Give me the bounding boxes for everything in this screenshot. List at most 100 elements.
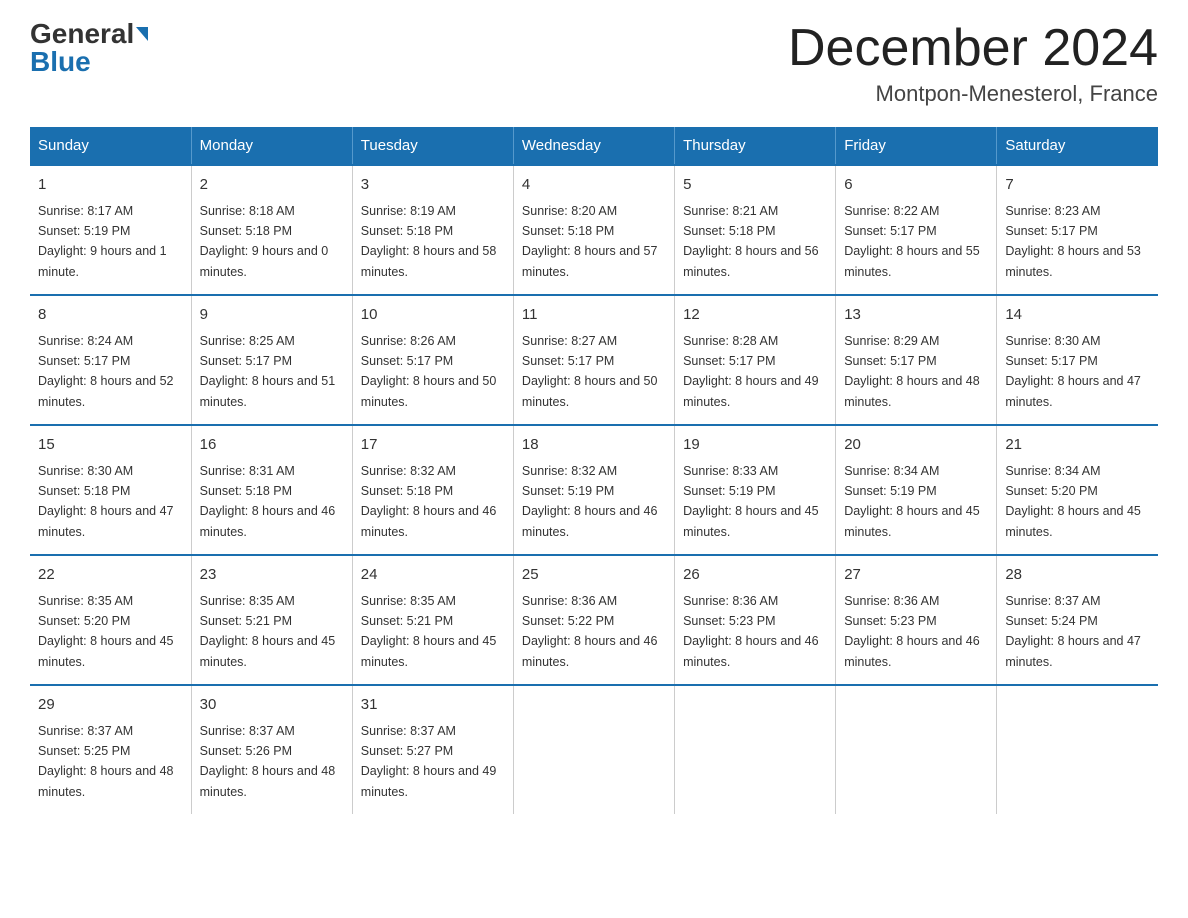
- day-number: 30: [200, 694, 344, 717]
- logo-general-text: General: [30, 20, 134, 48]
- table-row: 10 Sunrise: 8:26 AMSunset: 5:17 PMDayligh…: [352, 295, 513, 425]
- table-row: 20 Sunrise: 8:34 AMSunset: 5:19 PMDayligh…: [836, 425, 997, 555]
- day-info: Sunrise: 8:34 AMSunset: 5:19 PMDaylight:…: [844, 464, 980, 539]
- day-number: 3: [361, 174, 505, 197]
- table-row: 23 Sunrise: 8:35 AMSunset: 5:21 PMDayligh…: [191, 555, 352, 685]
- table-row: 4 Sunrise: 8:20 AMSunset: 5:18 PMDaylight…: [513, 165, 674, 295]
- day-info: Sunrise: 8:37 AMSunset: 5:24 PMDaylight:…: [1005, 594, 1141, 669]
- day-number: 16: [200, 434, 344, 457]
- day-number: 6: [844, 174, 988, 197]
- table-row: 12 Sunrise: 8:28 AMSunset: 5:17 PMDayligh…: [675, 295, 836, 425]
- table-row: 28 Sunrise: 8:37 AMSunset: 5:24 PMDayligh…: [997, 555, 1158, 685]
- day-number: 27: [844, 564, 988, 587]
- day-info: Sunrise: 8:35 AMSunset: 5:21 PMDaylight:…: [200, 594, 336, 669]
- calendar-week-row: 15 Sunrise: 8:30 AMSunset: 5:18 PMDayligh…: [30, 425, 1158, 555]
- day-number: 4: [522, 174, 666, 197]
- day-info: Sunrise: 8:29 AMSunset: 5:17 PMDaylight:…: [844, 334, 980, 409]
- day-number: 18: [522, 434, 666, 457]
- day-number: 12: [683, 304, 827, 327]
- logo-blue-text: Blue: [30, 46, 91, 77]
- day-info: Sunrise: 8:21 AMSunset: 5:18 PMDaylight:…: [683, 204, 819, 279]
- table-row: 6 Sunrise: 8:22 AMSunset: 5:17 PMDaylight…: [836, 165, 997, 295]
- table-row: 22 Sunrise: 8:35 AMSunset: 5:20 PMDayligh…: [30, 555, 191, 685]
- calendar-week-row: 8 Sunrise: 8:24 AMSunset: 5:17 PMDaylight…: [30, 295, 1158, 425]
- day-number: 15: [38, 434, 183, 457]
- table-row: 13 Sunrise: 8:29 AMSunset: 5:17 PMDayligh…: [836, 295, 997, 425]
- day-info: Sunrise: 8:31 AMSunset: 5:18 PMDaylight:…: [200, 464, 336, 539]
- calendar-header-row: Sunday Monday Tuesday Wednesday Thursday…: [30, 127, 1158, 165]
- day-info: Sunrise: 8:25 AMSunset: 5:17 PMDaylight:…: [200, 334, 336, 409]
- table-row: 11 Sunrise: 8:27 AMSunset: 5:17 PMDayligh…: [513, 295, 674, 425]
- day-info: Sunrise: 8:30 AMSunset: 5:18 PMDaylight:…: [38, 464, 174, 539]
- table-row: 8 Sunrise: 8:24 AMSunset: 5:17 PMDaylight…: [30, 295, 191, 425]
- table-row: [513, 685, 674, 814]
- day-info: Sunrise: 8:26 AMSunset: 5:17 PMDaylight:…: [361, 334, 497, 409]
- day-number: 23: [200, 564, 344, 587]
- table-row: 26Sunrise: 8:36 AMSunset: 5:23 PMDayligh…: [675, 555, 836, 685]
- day-number: 2: [200, 174, 344, 197]
- header-monday: Monday: [191, 127, 352, 165]
- table-row: 7 Sunrise: 8:23 AMSunset: 5:17 PMDaylight…: [997, 165, 1158, 295]
- table-row: 30 Sunrise: 8:37 AMSunset: 5:26 PMDayligh…: [191, 685, 352, 814]
- day-info: Sunrise: 8:17 AMSunset: 5:19 PMDaylight:…: [38, 204, 167, 279]
- header-tuesday: Tuesday: [352, 127, 513, 165]
- logo-triangle-icon: [136, 27, 148, 41]
- day-number: 14: [1005, 304, 1150, 327]
- day-info: Sunrise: 8:32 AMSunset: 5:18 PMDaylight:…: [361, 464, 497, 539]
- day-info: Sunrise: 8:36 AMSunset: 5:23 PMDaylight:…: [844, 594, 980, 669]
- table-row: 2 Sunrise: 8:18 AMSunset: 5:18 PMDaylight…: [191, 165, 352, 295]
- day-info: Sunrise: 8:24 AMSunset: 5:17 PMDaylight:…: [38, 334, 174, 409]
- table-row: 18Sunrise: 8:32 AMSunset: 5:19 PMDayligh…: [513, 425, 674, 555]
- day-number: 7: [1005, 174, 1150, 197]
- day-number: 29: [38, 694, 183, 717]
- calendar-title: December 2024: [788, 20, 1158, 77]
- day-info: Sunrise: 8:20 AMSunset: 5:18 PMDaylight:…: [522, 204, 658, 279]
- day-number: 19: [683, 434, 827, 457]
- calendar-week-row: 1 Sunrise: 8:17 AMSunset: 5:19 PMDaylight…: [30, 165, 1158, 295]
- day-info: Sunrise: 8:19 AMSunset: 5:18 PMDaylight:…: [361, 204, 497, 279]
- table-row: 21Sunrise: 8:34 AMSunset: 5:20 PMDayligh…: [997, 425, 1158, 555]
- day-info: Sunrise: 8:23 AMSunset: 5:17 PMDaylight:…: [1005, 204, 1141, 279]
- day-number: 1: [38, 174, 183, 197]
- day-info: Sunrise: 8:30 AMSunset: 5:17 PMDaylight:…: [1005, 334, 1141, 409]
- logo: General Blue: [30, 20, 148, 76]
- table-row: 1 Sunrise: 8:17 AMSunset: 5:19 PMDaylight…: [30, 165, 191, 295]
- table-row: [836, 685, 997, 814]
- table-row: 24Sunrise: 8:35 AMSunset: 5:21 PMDayligh…: [352, 555, 513, 685]
- day-number: 5: [683, 174, 827, 197]
- day-info: Sunrise: 8:37 AMSunset: 5:26 PMDaylight:…: [200, 724, 336, 799]
- day-info: Sunrise: 8:37 AMSunset: 5:27 PMDaylight:…: [361, 724, 497, 799]
- calendar-table: Sunday Monday Tuesday Wednesday Thursday…: [30, 127, 1158, 814]
- day-info: Sunrise: 8:37 AMSunset: 5:25 PMDaylight:…: [38, 724, 174, 799]
- day-number: 11: [522, 304, 666, 327]
- day-number: 28: [1005, 564, 1150, 587]
- day-number: 22: [38, 564, 183, 587]
- day-number: 17: [361, 434, 505, 457]
- day-number: 10: [361, 304, 505, 327]
- day-number: 20: [844, 434, 988, 457]
- title-block: December 2024 Montpon-Menesterol, France: [788, 20, 1158, 107]
- table-row: 17 Sunrise: 8:32 AMSunset: 5:18 PMDayligh…: [352, 425, 513, 555]
- calendar-week-row: 22 Sunrise: 8:35 AMSunset: 5:20 PMDayligh…: [30, 555, 1158, 685]
- table-row: [997, 685, 1158, 814]
- page-header: General Blue December 2024 Montpon-Menes…: [30, 20, 1158, 107]
- day-number: 9: [200, 304, 344, 327]
- day-number: 26: [683, 564, 827, 587]
- table-row: 5 Sunrise: 8:21 AMSunset: 5:18 PMDaylight…: [675, 165, 836, 295]
- day-number: 13: [844, 304, 988, 327]
- table-row: 19Sunrise: 8:33 AMSunset: 5:19 PMDayligh…: [675, 425, 836, 555]
- day-info: Sunrise: 8:18 AMSunset: 5:18 PMDaylight:…: [200, 204, 329, 279]
- day-number: 31: [361, 694, 505, 717]
- header-wednesday: Wednesday: [513, 127, 674, 165]
- day-info: Sunrise: 8:22 AMSunset: 5:17 PMDaylight:…: [844, 204, 980, 279]
- day-number: 25: [522, 564, 666, 587]
- header-sunday: Sunday: [30, 127, 191, 165]
- table-row: 27 Sunrise: 8:36 AMSunset: 5:23 PMDayligh…: [836, 555, 997, 685]
- day-info: Sunrise: 8:35 AMSunset: 5:20 PMDaylight:…: [38, 594, 174, 669]
- day-info: Sunrise: 8:28 AMSunset: 5:17 PMDaylight:…: [683, 334, 819, 409]
- table-row: 14 Sunrise: 8:30 AMSunset: 5:17 PMDayligh…: [997, 295, 1158, 425]
- day-info: Sunrise: 8:27 AMSunset: 5:17 PMDaylight:…: [522, 334, 658, 409]
- day-number: 8: [38, 304, 183, 327]
- day-number: 24: [361, 564, 505, 587]
- calendar-location: Montpon-Menesterol, France: [788, 81, 1158, 107]
